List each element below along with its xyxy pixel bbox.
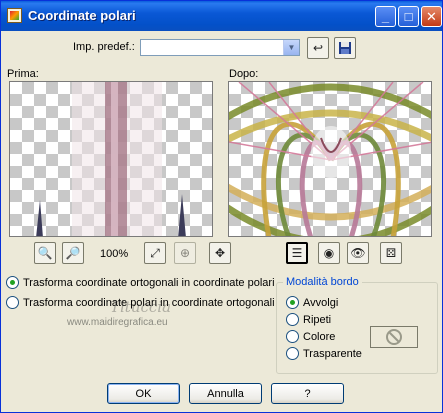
edge-option-color[interactable]: Colore [286, 330, 335, 343]
floppy-disk-icon [339, 42, 351, 54]
edge-option-transparent[interactable]: Trasparente [286, 347, 362, 360]
title-bar[interactable]: Coordinate polari _ □ ✕ [1, 1, 442, 31]
edge-color-swatch[interactable] [370, 326, 418, 348]
app-icon [7, 8, 22, 23]
reset-preset-button[interactable]: ↩ [307, 37, 329, 59]
radio-rect-to-polar[interactable] [6, 276, 19, 289]
eye-settings-icon: ◉ [323, 246, 335, 260]
before-preview-image [36, 82, 186, 236]
radio-repeat[interactable] [286, 313, 299, 326]
undo-arrow-icon: ↩ [312, 41, 324, 55]
transform-option-label: Trasforma coordinate polari in coordinat… [23, 296, 275, 309]
edge-option-repeat[interactable]: Ripeti [286, 313, 331, 326]
eye-icon: 👁 [350, 246, 366, 260]
radio-transparent[interactable] [286, 347, 299, 360]
window-title: Coordinate polari [28, 8, 136, 23]
cancel-button[interactable]: Annulla [189, 383, 262, 404]
radio-wrap[interactable] [286, 296, 299, 309]
no-color-icon [386, 329, 402, 345]
help-button[interactable]: ? [271, 383, 344, 404]
dialog-window: Coordinate polari _ □ ✕ Imp. predef.: ▼ … [0, 0, 443, 413]
radio-polar-to-rect[interactable] [6, 296, 19, 309]
preset-label: Imp. predef.: [73, 41, 135, 53]
close-button[interactable]: ✕ [421, 6, 442, 27]
zoom-out-icon: 🔍 [37, 246, 53, 260]
transform-option-label: Trasforma coordinate ortogonali in coord… [23, 276, 275, 289]
zoom-out-button[interactable]: 🔍 [34, 242, 56, 264]
before-preview-label: Prima: [7, 68, 39, 80]
proof-button[interactable]: ⤢ [144, 242, 166, 264]
dice-icon: ⚄ [385, 246, 397, 260]
random-dice-button[interactable]: ⚄ [380, 242, 402, 264]
show-preview-button[interactable]: ☰ [286, 242, 308, 264]
before-preview[interactable] [9, 81, 213, 237]
expand-icon: ⤢ [150, 245, 160, 260]
save-preset-button[interactable] [334, 37, 356, 59]
after-preview[interactable] [228, 81, 432, 237]
edge-option-wrap[interactable]: Avvolgi [286, 296, 338, 309]
zoom-in-button[interactable]: 🔎 [62, 242, 84, 264]
radio-color[interactable] [286, 330, 299, 343]
chevron-down-icon[interactable]: ▼ [283, 40, 299, 55]
transform-option-polar-to-rect[interactable]: Trasforma coordinate polari in coordinat… [6, 296, 275, 309]
preview-list-icon: ☰ [291, 246, 303, 260]
edge-mode-title: Modalità bordo [283, 276, 362, 288]
maximize-button[interactable]: □ [398, 6, 419, 27]
zoom-level: 100% [100, 248, 129, 260]
transform-option-rect-to-polar[interactable]: Trasforma coordinate ortogonali in coord… [6, 276, 275, 289]
preset-combo[interactable]: ▼ [140, 39, 300, 56]
randomize-button[interactable]: ◉ [318, 242, 340, 264]
zoom-in-icon: 🔎 [65, 246, 81, 260]
zoom-to-fit-button[interactable]: ⊕ [174, 242, 196, 264]
edge-option-label: Trasparente [303, 347, 362, 360]
minimize-button[interactable]: _ [375, 6, 396, 27]
edge-option-label: Colore [303, 330, 336, 343]
watermark-url: www.maidiregrafica.eu [67, 317, 168, 328]
move-arrows-icon: ✥ [214, 246, 226, 260]
navigate-button[interactable]: ✥ [209, 242, 231, 264]
zoom-fit-icon: ⊕ [179, 246, 191, 260]
after-preview-label: Dopo: [229, 68, 259, 80]
edge-option-label: Avvolgi [303, 296, 339, 309]
toggle-preview-button[interactable]: 👁 [347, 242, 369, 264]
edge-option-label: Ripeti [303, 313, 332, 326]
ok-button[interactable]: OK [107, 383, 180, 404]
after-preview-image [229, 82, 431, 236]
